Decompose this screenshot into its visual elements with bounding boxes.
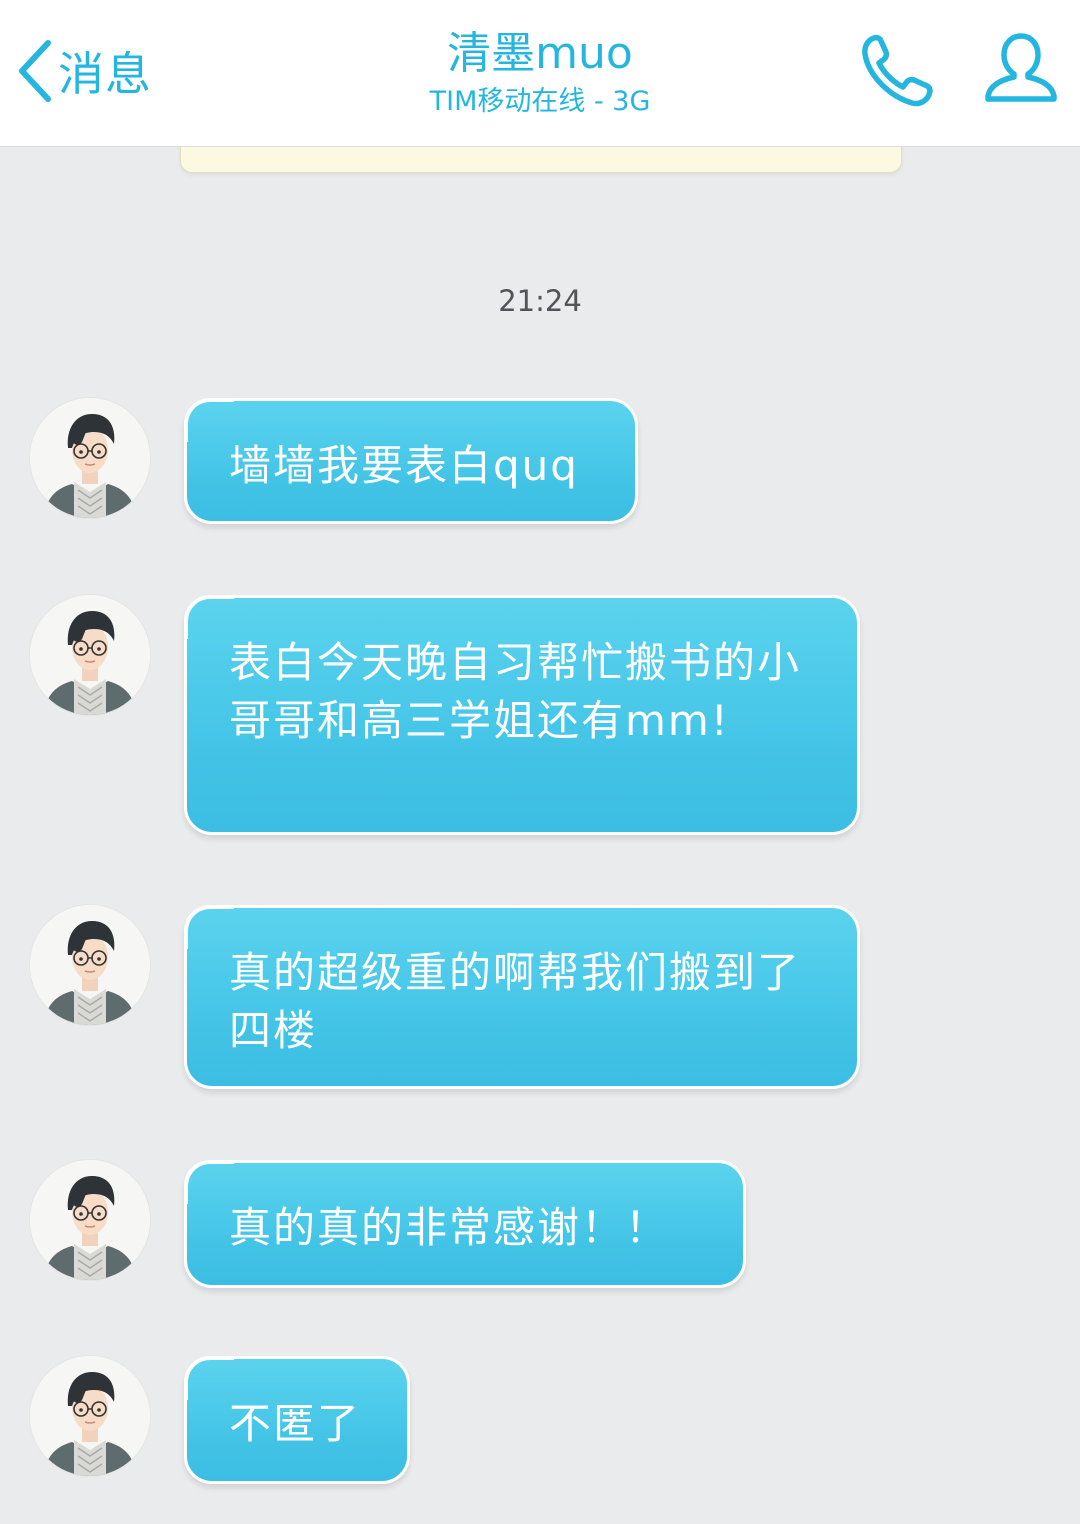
message-bubble[interactable]: 表白今天晚自习帮忙搬书的小哥哥和高三学姐还有mm! [184, 595, 860, 835]
message-text: 真的真的非常感谢！！ [229, 1203, 670, 1252]
message-text: 表白今天晚自习帮忙搬书的小哥哥和高三学姐还有mm! [229, 638, 802, 745]
back-label: 消息 [58, 47, 152, 101]
sender-avatar[interactable] [30, 1356, 150, 1476]
chat-title-block[interactable]: 清墨muo TIM移动在线 - 3G [300, 26, 780, 120]
message-text: 不匿了 [229, 1399, 362, 1448]
message-bubble[interactable]: 真的真的非常感谢！！ [184, 1160, 746, 1288]
sender-avatar[interactable] [30, 905, 150, 1025]
chat-header: 消息 清墨muo TIM移动在线 - 3G [0, 0, 1080, 147]
sender-avatar[interactable] [30, 398, 150, 518]
message-timestamp: 21:24 [498, 284, 582, 318]
message-bubble[interactable]: 真的超级重的啊帮我们搬到了四楼 [184, 905, 860, 1089]
sender-avatar[interactable] [30, 1160, 150, 1280]
contact-name: 清墨muo [447, 28, 633, 79]
sender-avatar[interactable] [30, 595, 150, 715]
chevron-left-icon [14, 39, 54, 103]
profile-icon[interactable] [982, 30, 1060, 108]
phone-icon[interactable] [858, 30, 940, 114]
contact-status: TIM移动在线 - 3G [429, 86, 651, 117]
message-bubble[interactable]: 不匿了 [184, 1356, 410, 1484]
message-bubble[interactable]: 墙墙我要表白quq [184, 398, 638, 524]
back-button[interactable]: 消息 [14, 36, 152, 106]
message-text: 真的超级重的啊帮我们搬到了四楼 [229, 948, 802, 1055]
message-text: 墙墙我要表白quq [229, 441, 579, 490]
